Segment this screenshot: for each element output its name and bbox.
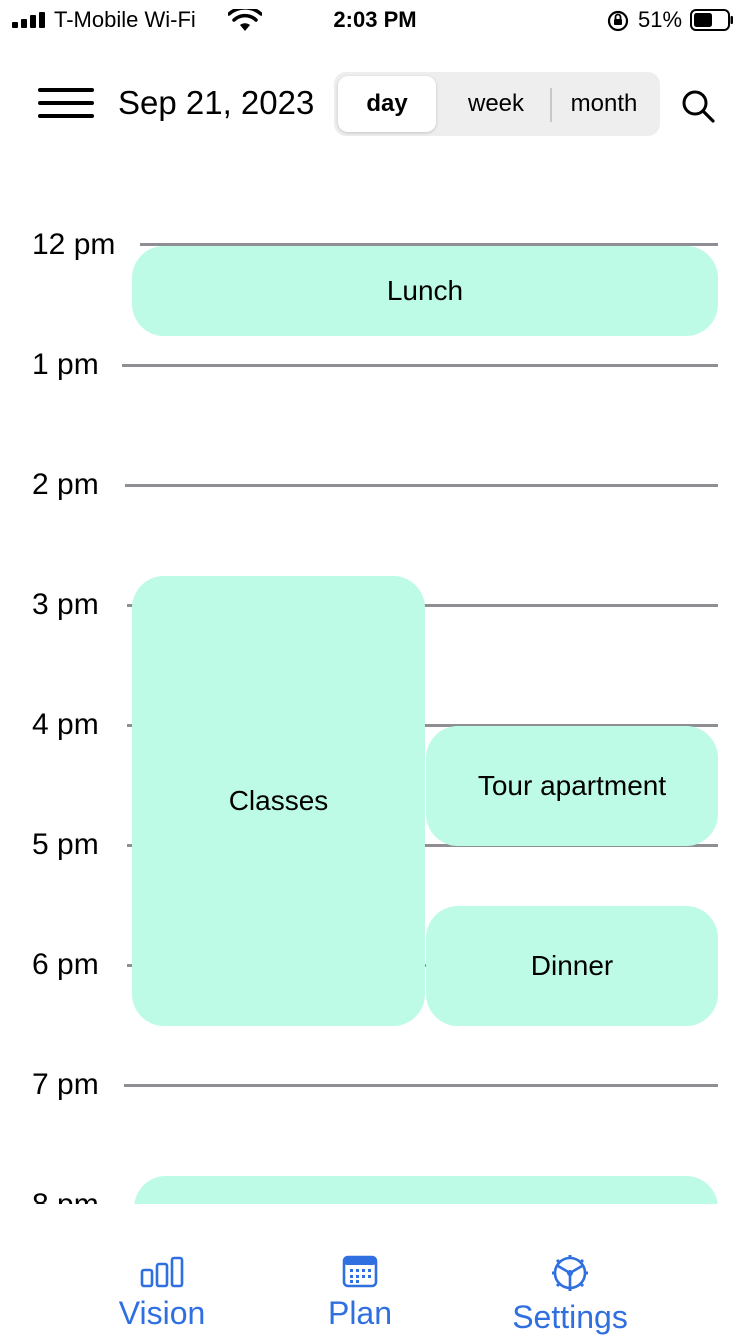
hour-label-8pm: 8 pm xyxy=(32,1188,99,1204)
event-dinner[interactable]: Dinner xyxy=(426,906,718,1026)
current-date: Sep 21, 2023 xyxy=(118,84,315,121)
hour-line xyxy=(124,1084,718,1087)
event-title: Tour apartment xyxy=(477,770,667,801)
tab-bar: Vision Plan Settings xyxy=(0,1204,750,1336)
hour-label-2pm: 2 pm xyxy=(32,468,99,501)
hour-label-5pm: 5 pm xyxy=(32,828,99,861)
hour-label-1pm: 1 pm xyxy=(32,348,99,381)
hour-label-3pm: 3 pm xyxy=(32,588,99,621)
bar-chart-icon xyxy=(140,1256,184,1288)
battery-percent: 51% xyxy=(638,7,683,32)
tab-label: Plan xyxy=(327,1295,393,1331)
event-title: Lunch xyxy=(386,275,464,306)
tab-label: Vision xyxy=(118,1295,206,1331)
event-title: Dinner xyxy=(530,950,614,981)
menu-icon[interactable] xyxy=(38,88,94,120)
event-title: Classes xyxy=(228,785,329,816)
tab-plan[interactable]: Plan xyxy=(310,1254,410,1332)
month-view-option[interactable]: month xyxy=(552,76,656,132)
battery-icon xyxy=(690,9,733,31)
hour-line xyxy=(122,364,718,367)
event-8pm[interactable] xyxy=(134,1176,718,1204)
calendar-icon xyxy=(342,1255,378,1288)
hour-label-12pm: 12 pm xyxy=(32,228,116,261)
day-timeline[interactable]: 12 pm 1 pm 2 pm 3 pm 4 pm 5 pm 6 pm 7 pm… xyxy=(0,200,750,1204)
steering-wheel-icon xyxy=(552,1255,588,1291)
tab-label: Settings xyxy=(512,1299,628,1335)
view-switcher: day week month xyxy=(334,72,660,136)
hour-label-6pm: 6 pm xyxy=(32,948,99,981)
search-icon[interactable] xyxy=(680,88,716,124)
hour-line xyxy=(125,484,718,487)
rotation-lock-icon xyxy=(607,10,629,32)
event-lunch[interactable]: Lunch xyxy=(132,246,718,336)
tab-settings[interactable]: Settings xyxy=(500,1254,640,1336)
tab-vision[interactable]: Vision xyxy=(104,1256,220,1332)
week-view-option[interactable]: week xyxy=(442,76,550,132)
hour-label-4pm: 4 pm xyxy=(32,708,99,741)
event-classes[interactable]: Classes xyxy=(132,576,425,1026)
day-view-option[interactable]: day xyxy=(338,76,436,132)
calendar-header: Sep 21, 2023 day week month xyxy=(0,60,750,148)
event-tour-apartment[interactable]: Tour apartment xyxy=(426,726,718,846)
status-bar: T-Mobile Wi-Fi 2:03 PM 51% xyxy=(0,0,750,40)
hour-label-7pm: 7 pm xyxy=(32,1068,99,1101)
